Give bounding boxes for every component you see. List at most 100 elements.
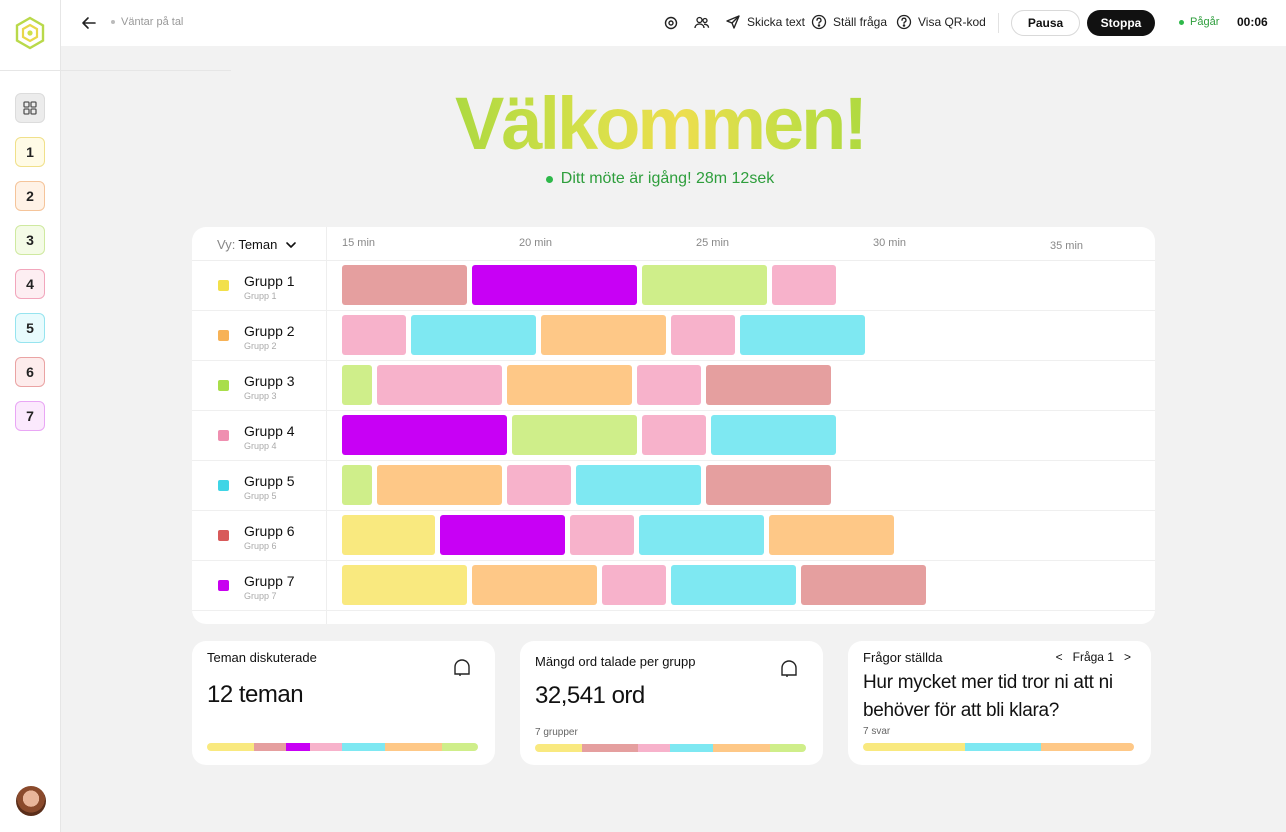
timeline-row: Grupp 4 Grupp 4 (192, 411, 1155, 461)
theme-segment[interactable] (706, 465, 831, 505)
sidebar-group-5[interactable]: 5 (15, 313, 45, 343)
theme-segment[interactable] (711, 415, 836, 455)
theme-segment[interactable] (342, 265, 467, 305)
participants-icon[interactable] (693, 14, 711, 32)
theme-segment[interactable] (377, 465, 502, 505)
next-question-button[interactable]: > (1124, 650, 1131, 664)
show-qr-button[interactable]: Visa QR-kod (896, 14, 986, 30)
sidebar-group-4[interactable]: 4 (15, 269, 45, 299)
send-text-button[interactable]: Skicka text (725, 14, 805, 30)
toolbar-divider (998, 13, 999, 33)
sidebar-group-7[interactable]: 7 (15, 401, 45, 431)
question-pager: < Fråga 1 > (1056, 650, 1131, 664)
theme-segment[interactable] (769, 515, 894, 555)
theme-segment[interactable] (671, 315, 735, 355)
previous-question-button[interactable]: < (1056, 650, 1063, 664)
group-name: Grupp 6 (244, 523, 295, 539)
timeline-row: Grupp 3 Grupp 3 (192, 361, 1155, 411)
meeting-status-text: Ditt möte är igång! 28m 12sek (560, 170, 775, 187)
theme-segment[interactable] (570, 515, 634, 555)
user-avatar[interactable] (16, 786, 46, 816)
theme-segment[interactable] (576, 465, 701, 505)
back-arrow-icon[interactable] (79, 13, 99, 33)
sidebar: 1 2 3 4 5 6 7 (0, 0, 61, 832)
theme-segment[interactable] (541, 315, 666, 355)
questions-card-title: Frågor ställda (863, 650, 943, 665)
group-subtitle: Grupp 4 (244, 441, 277, 451)
top-bar: Väntar på tal Skicka text Ställ fråga Vi… (61, 0, 1286, 46)
questions-card: Frågor ställda < Fråga 1 > Hur mycket me… (848, 641, 1151, 765)
ask-question-button[interactable]: Ställ fråga (811, 14, 887, 30)
sidebar-group-6[interactable]: 6 (15, 357, 45, 387)
running-status: Pågår (1179, 16, 1219, 28)
theme-segment[interactable] (342, 365, 372, 405)
theme-segment[interactable] (507, 465, 571, 505)
view-selector[interactable]: Vy: Teman (217, 237, 298, 252)
speech-status: Väntar på tal (111, 16, 183, 28)
timeline-row: Grupp 2 Grupp 2 (192, 311, 1155, 361)
status-dot (111, 20, 115, 24)
theme-segment[interactable] (472, 265, 637, 305)
theme-segment[interactable] (342, 465, 372, 505)
question-index: Fråga 1 (1072, 650, 1114, 664)
theme-segment[interactable] (377, 365, 502, 405)
theme-segment[interactable] (602, 565, 666, 605)
themes-card: Teman diskuterade 12 teman (192, 641, 495, 765)
header-divider (61, 70, 231, 71)
settings-icon[interactable] (662, 14, 680, 32)
show-qr-label: Visa QR-kod (918, 15, 986, 29)
timeline-row: Grupp 7 Grupp 7 (192, 561, 1155, 611)
theme-segment[interactable] (512, 415, 637, 455)
group-color-swatch (218, 580, 229, 591)
theme-segment[interactable] (342, 415, 507, 455)
themes-color-bar (207, 743, 478, 751)
words-color-bar (535, 744, 806, 752)
sidebar-group-3[interactable]: 3 (15, 225, 45, 255)
theme-segment[interactable] (706, 365, 831, 405)
group-subtitle: Grupp 3 (244, 391, 277, 401)
meeting-status: Ditt möte är igång! 28m 12sek (430, 170, 890, 188)
theme-segment[interactable] (507, 365, 632, 405)
grid-view-button[interactable] (15, 93, 45, 123)
ask-question-label: Ställ fråga (833, 15, 888, 29)
sidebar-group-2[interactable]: 2 (15, 181, 45, 211)
theme-segment[interactable] (642, 265, 767, 305)
chat-bubble-icon[interactable] (451, 657, 473, 679)
theme-segment[interactable] (411, 315, 536, 355)
question-text: Hur mycket mer tid tror ni att ni behöve… (863, 672, 1113, 721)
group-color-swatch (218, 480, 229, 491)
theme-segment[interactable] (740, 315, 865, 355)
hexagon-logo-icon[interactable] (14, 16, 46, 50)
stop-button[interactable]: Stoppa (1087, 10, 1155, 36)
theme-segment[interactable] (342, 315, 406, 355)
grid-icon (23, 101, 37, 115)
group-subtitle: Grupp 5 (244, 491, 277, 501)
theme-segment[interactable] (637, 365, 701, 405)
words-card-title: Mängd ord talade per grupp (535, 654, 696, 669)
group-color-swatch (218, 280, 229, 291)
sidebar-group-1[interactable]: 1 (15, 137, 45, 167)
theme-segment[interactable] (639, 515, 764, 555)
theme-segment[interactable] (801, 565, 926, 605)
timeline-tick: 25 min (696, 237, 730, 249)
group-color-swatch (218, 530, 229, 541)
timeline-tick: 20 min (519, 237, 553, 249)
theme-segment[interactable] (642, 415, 706, 455)
theme-segment[interactable] (342, 515, 435, 555)
group-subtitle: Grupp 1 (244, 291, 277, 301)
question-icon (811, 14, 827, 30)
session-timer: 00:06 (1237, 15, 1268, 29)
chat-bubble-icon[interactable] (778, 658, 800, 680)
group-color-swatch (218, 430, 229, 441)
theme-segment[interactable] (472, 565, 597, 605)
send-text-label: Skicka text (747, 15, 806, 29)
sidebar-divider (0, 70, 61, 71)
group-subtitle: Grupp 7 (244, 591, 277, 601)
theme-segment[interactable] (440, 515, 565, 555)
pause-button[interactable]: Pausa (1011, 10, 1080, 36)
theme-segment[interactable] (671, 565, 796, 605)
theme-segment[interactable] (342, 565, 467, 605)
running-label: Pågår (1190, 16, 1220, 28)
group-subtitle: Grupp 2 (244, 341, 277, 351)
theme-segment[interactable] (772, 265, 836, 305)
